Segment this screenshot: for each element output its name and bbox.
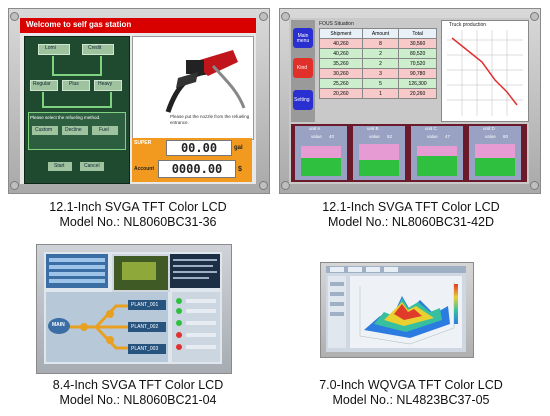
table-row: 35,260 2 70,520	[319, 58, 437, 69]
tab[interactable]	[366, 267, 380, 272]
gauge-bar-green	[301, 158, 341, 176]
status-row	[49, 258, 105, 262]
status-row	[49, 279, 105, 283]
lcd-screen: Main menu Kind Setting FOUS Situation Sh…	[289, 18, 529, 184]
table-row: 40,260 8 30,560	[319, 38, 437, 49]
product-gas-station-lcd: Welcome to self gas station Lomi Credit …	[8, 8, 270, 194]
mount-screw	[259, 12, 268, 21]
gauge-bar-green	[475, 158, 515, 176]
shipment-table: Shipment Amount Total 40,260 8 30,560 40,2…	[319, 28, 437, 99]
instruction-text: Please select the refueling method.	[30, 115, 101, 120]
status-lamp-green	[176, 320, 182, 326]
product-caption: 7.0-Inch WQVGA TFT Color LCD Model No.: …	[276, 378, 546, 408]
caption-model: Model No.: NL8060BC31-42D	[327, 215, 495, 229]
lcd-screen: Welcome to self gas station Lomi Credit …	[20, 18, 256, 184]
caption-title: 8.4-Inch SVGA TFT Color LCD	[52, 378, 224, 392]
grade-label: SUPER	[134, 140, 152, 146]
account-unit: $	[238, 166, 242, 173]
side-control[interactable]	[330, 292, 344, 296]
status-lamp-red	[176, 332, 182, 338]
caption-title: 12.1-Inch SVGA TFT Color LCD	[322, 200, 500, 214]
gauge-bar-pink	[301, 146, 341, 158]
color-scale-legend	[454, 284, 458, 324]
mount-screw	[530, 181, 539, 190]
caption-title: 7.0-Inch WQVGA TFT Color LCD	[319, 378, 503, 392]
account-readout: 0000.00	[158, 160, 236, 178]
mount-screw	[10, 181, 19, 190]
camera-view-image	[122, 262, 156, 280]
status-bar	[186, 333, 216, 337]
tab[interactable]	[348, 267, 362, 272]
lcd-screen: MAIN PLANT_001 PLANT_002 PLANT_003	[44, 252, 222, 364]
table-header-row: Shipment Amount Total	[319, 28, 437, 39]
status-row	[49, 265, 105, 269]
table-row: 20,260 1 20,260	[319, 88, 437, 99]
tab[interactable]	[384, 267, 398, 272]
product-caption: 12.1-Inch SVGA TFT Color LCD Model No.: …	[0, 200, 276, 230]
caption-model: Model No.: NL8060BC31-36	[59, 215, 217, 229]
mount-screw	[10, 12, 19, 21]
side-control[interactable]	[330, 302, 344, 306]
status-lamp-green	[176, 298, 182, 304]
flow-bracket	[52, 56, 102, 76]
status-row	[49, 272, 105, 276]
status-lamp-green	[176, 308, 182, 314]
gauge-bar-green	[417, 156, 457, 176]
status-bar	[186, 309, 216, 313]
fuel-nozzle-icon	[165, 50, 246, 113]
product-dashboard-lcd: Main menu Kind Setting FOUS Situation Sh…	[279, 8, 541, 194]
caption-model: Model No.: NL8060BC21-04	[59, 393, 217, 407]
volume-unit: gal	[234, 145, 243, 151]
chart-title: Truck production	[449, 22, 487, 28]
surface-plot	[359, 282, 455, 345]
nozzle-message: Please put the nozzle from the refueling…	[170, 114, 250, 125]
gauge-bar-pink	[475, 144, 515, 158]
gauge-bar-green	[359, 160, 399, 176]
flow-bracket	[42, 92, 112, 108]
status-lamp-red	[176, 344, 182, 350]
alarm-line	[173, 259, 217, 261]
product-caption: 8.4-Inch SVGA TFT Color LCD Model No.: N…	[0, 378, 276, 408]
product-caption: 12.1-Inch SVGA TFT Color LCD Model No.: …	[276, 200, 546, 230]
volume-readout: 00.00	[166, 140, 232, 156]
table-row: 30,260 3 90,780	[319, 68, 437, 79]
caption-title: 12.1-Inch SVGA TFT Color LCD	[49, 200, 227, 214]
table-row: 25,260 5 126,300	[319, 78, 437, 89]
alarm-line	[173, 277, 209, 279]
product-plant-monitor-lcd: MAIN PLANT_001 PLANT_002 PLANT_003	[36, 244, 232, 374]
table-title: FOUS Situation	[319, 21, 354, 27]
gauge-bar-pink	[417, 146, 457, 156]
status-bar	[186, 299, 216, 303]
status-bar	[186, 345, 216, 349]
side-control[interactable]	[330, 312, 344, 316]
gauge-bar-pink	[359, 144, 399, 160]
account-label: Account	[134, 166, 154, 172]
side-control[interactable]	[330, 282, 344, 286]
banner-text: Welcome to self gas station	[26, 20, 132, 29]
production-line-chart	[447, 30, 523, 116]
product-3d-plot-lcd	[320, 262, 474, 358]
alarm-line	[173, 271, 217, 273]
tab[interactable]	[330, 267, 344, 272]
mount-screw	[259, 181, 268, 190]
alarm-line	[173, 265, 213, 267]
caption-model: Model No.: NL4823BC37-05	[332, 393, 490, 407]
mount-screw	[530, 12, 539, 21]
table-row: 40,260 2 80,520	[319, 48, 437, 59]
status-bar	[186, 321, 216, 325]
lcd-screen	[326, 266, 466, 352]
